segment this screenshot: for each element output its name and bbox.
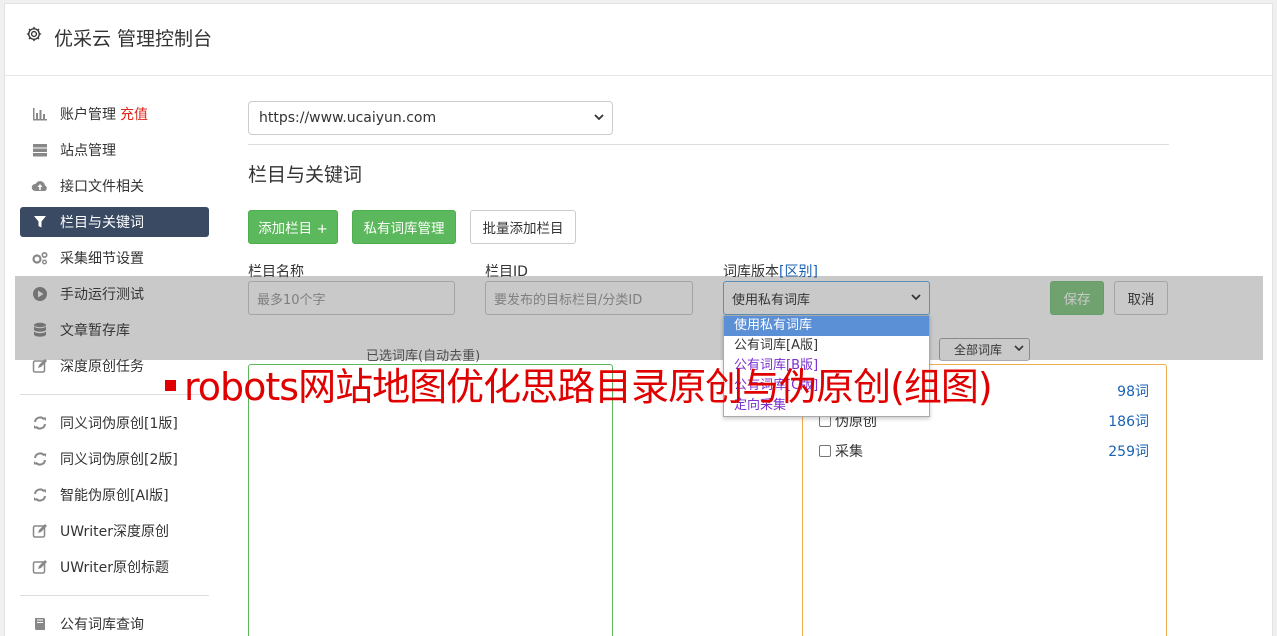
bar-chart-icon	[31, 106, 49, 122]
section-title: 栏目与关键词	[248, 164, 363, 186]
header: 优采云 管理控制台	[5, 4, 1272, 76]
lib-checkbox[interactable]	[819, 445, 831, 457]
sidebar-item-columns[interactable]: 栏目与关键词	[20, 207, 209, 237]
filter-icon	[31, 214, 49, 230]
sidebar-item-label: 栏目与关键词	[60, 215, 144, 231]
private-lib-button[interactable]: 私有词库管理	[352, 210, 456, 244]
sidebar-item-collect-settings[interactable]: 采集细节设置	[20, 243, 209, 273]
refresh-icon	[31, 451, 49, 467]
sidebar-item-synonym-v2[interactable]: 同义词伪原创[2版]	[20, 444, 209, 474]
app-title: 优采云 管理控制台	[54, 28, 213, 50]
refresh-icon	[31, 487, 49, 503]
lib-count: 186词	[1108, 414, 1149, 430]
sidebar-item-uwriter-title[interactable]: UWriter原创标题	[20, 552, 209, 582]
site-select[interactable]: https://www.ucaiyun.com	[248, 101, 613, 135]
dropdown-option[interactable]: 使用私有词库	[724, 316, 929, 336]
gear-icon	[26, 26, 42, 42]
sidebar-item-label: 公有词库查询	[60, 617, 144, 633]
cloud-upload-icon	[31, 178, 49, 194]
server-icon	[31, 142, 49, 158]
list-item[interactable]: 采集 259词	[819, 441, 1149, 461]
sidebar-item-uwriter-deep[interactable]: UWriter深度原创	[20, 516, 209, 546]
lib-count: 98词	[1117, 384, 1149, 400]
gray-overlay-band	[15, 276, 1263, 360]
sidebar-item-label: UWriter深度原创	[60, 524, 169, 540]
sidebar-item-label: 站点管理	[60, 143, 116, 159]
sidebar-item-account[interactable]: 账户管理 充值	[20, 99, 209, 129]
gears-icon	[31, 250, 49, 266]
bullet-square	[165, 380, 176, 391]
sidebar-item-public-lib[interactable]: 公有词库查询	[20, 609, 209, 636]
add-column-button[interactable]: 添加栏目 +	[248, 210, 338, 244]
lib-count: 259词	[1108, 444, 1149, 460]
divider	[248, 144, 1169, 145]
sidebar-item-interface[interactable]: 接口文件相关	[20, 171, 209, 201]
recharge-link[interactable]: 充值	[120, 104, 148, 124]
sidebar-item-label: 同义词伪原创[1版]	[60, 416, 178, 432]
sidebar-item-label: 接口文件相关	[60, 179, 144, 195]
sidebar-item-label: 智能伪原创[AI版]	[60, 488, 169, 504]
site-select-value: https://www.ucaiyun.com	[259, 110, 437, 126]
sidebar-item-label: 采集细节设置	[60, 251, 144, 267]
sidebar-item-sites[interactable]: 站点管理	[20, 135, 209, 165]
chevron-down-icon	[594, 114, 604, 121]
batch-add-button[interactable]: 批量添加栏目	[470, 210, 576, 244]
edit-icon	[31, 559, 49, 575]
banner-text: robots网站地图优化思路目录原创与伪原创(组图)	[184, 365, 993, 409]
refresh-icon	[31, 415, 49, 431]
sidebar-item-label: 同义词伪原创[2版]	[60, 452, 178, 468]
sidebar-divider	[20, 595, 209, 596]
lib-name: 采集	[835, 444, 863, 460]
sidebar-item-label: UWriter原创标题	[60, 560, 169, 576]
sidebar-item-label: 账户管理	[60, 107, 116, 123]
sidebar-item-synonym-v1[interactable]: 同义词伪原创[1版]	[20, 408, 209, 438]
book-icon	[31, 616, 49, 632]
dropdown-option[interactable]: 公有词库[A版]	[724, 336, 929, 356]
banner-headline: robots网站地图优化思路目录原创与伪原创(组图)	[165, 356, 993, 411]
edit-icon	[31, 523, 49, 539]
sidebar-item-ai-rewrite[interactable]: 智能伪原创[AI版]	[20, 480, 209, 510]
edit-icon	[31, 358, 49, 374]
